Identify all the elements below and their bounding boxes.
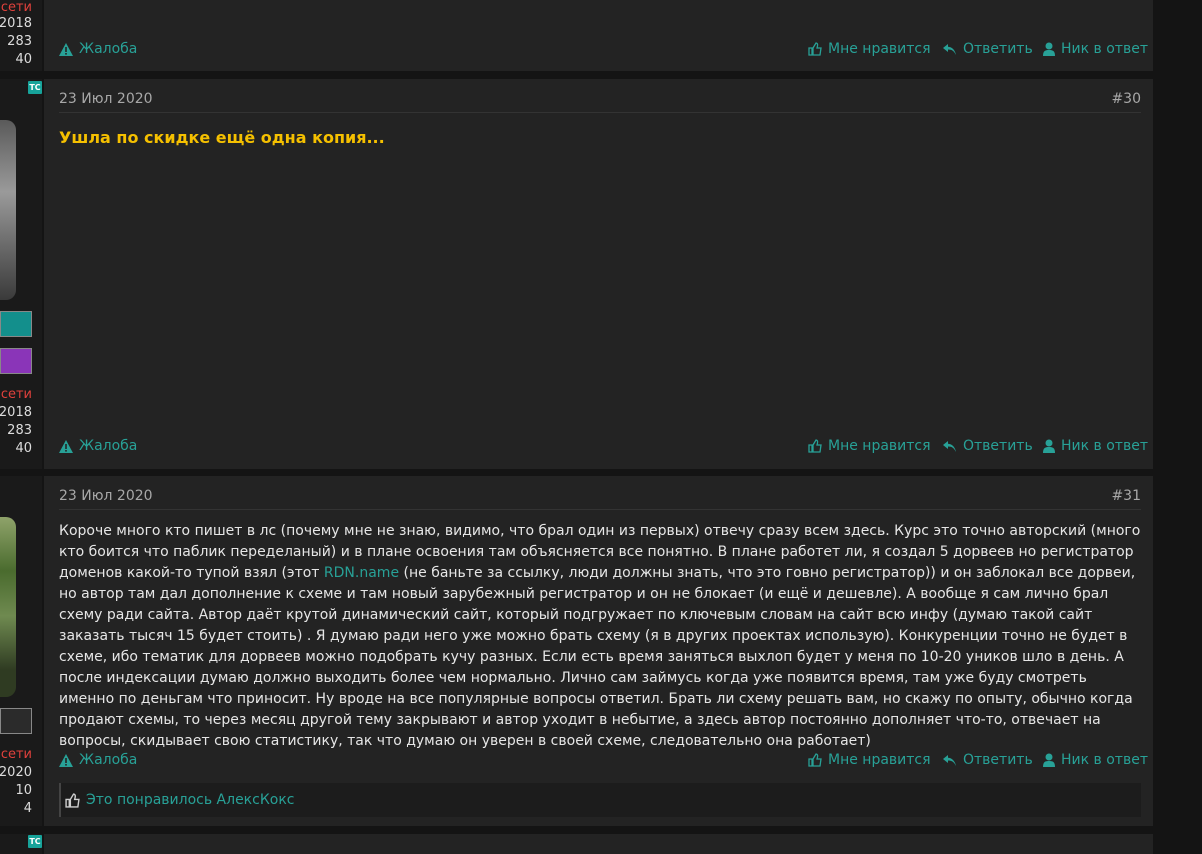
post-next: ТС xyxy=(0,834,1153,854)
post-number[interactable]: #31 xyxy=(1111,488,1141,504)
join-year: 2018 xyxy=(0,16,32,31)
post-body xyxy=(44,834,1153,854)
quote-nick-button[interactable]: Ник в ответ xyxy=(1043,752,1148,768)
post-date[interactable]: 23 Июл 2020 xyxy=(59,488,153,504)
reply-icon xyxy=(943,754,956,766)
post-previous: в сети 2018 283 40 Жалоба Мне нравится О… xyxy=(0,0,1153,71)
post-31: в сети 2020 10 4 23 Июл 2020 #31 Короче … xyxy=(0,476,1153,826)
user-icon xyxy=(1043,42,1055,56)
online-status: в сети xyxy=(0,747,32,762)
warning-icon xyxy=(59,753,73,767)
user-banner-purple xyxy=(0,348,32,374)
report-button[interactable]: Жалоба xyxy=(59,41,137,57)
message-count: 283 xyxy=(7,423,32,438)
message-count: 10 xyxy=(15,783,32,798)
quote-nick-button[interactable]: Ник в ответ xyxy=(1043,41,1148,57)
reply-button[interactable]: Ответить xyxy=(942,438,1033,454)
reply-label: Ответить xyxy=(963,752,1033,768)
join-year: 2020 xyxy=(0,765,32,780)
reply-button[interactable]: Ответить xyxy=(942,752,1033,768)
post-actions: Жалоба Мне нравится Ответить Ник в ответ xyxy=(59,41,1148,61)
post-actions: Жалоба Мне нравится Ответить Ник в ответ xyxy=(59,438,1148,458)
warning-icon xyxy=(59,439,73,453)
message-count: 283 xyxy=(7,34,32,49)
user-banner-teal xyxy=(0,311,32,337)
avatar[interactable] xyxy=(0,120,16,300)
author-sidebar: в сети 2020 10 4 xyxy=(0,476,42,826)
post-30: ТС в сети 2018 283 40 23 Июл 2020 #30 Уш… xyxy=(0,79,1153,469)
thumbs-up-icon xyxy=(808,42,822,56)
liked-by-link[interactable]: Это понравилось АлексКокс xyxy=(86,792,295,808)
reply-button[interactable]: Ответить xyxy=(942,41,1033,57)
reply-icon xyxy=(943,43,956,55)
reply-label: Ответить xyxy=(963,438,1033,454)
reply-icon xyxy=(943,440,956,452)
post-message: Ушла по скидке ещё одна копия... xyxy=(59,128,385,147)
like-label: Мне нравится xyxy=(828,438,931,454)
nick-label: Ник в ответ xyxy=(1061,41,1148,57)
report-label: Жалоба xyxy=(79,41,138,57)
nick-label: Ник в ответ xyxy=(1061,438,1148,454)
author-sidebar: ТС в сети 2018 283 40 xyxy=(0,79,42,469)
post-number[interactable]: #30 xyxy=(1111,91,1141,107)
avatar[interactable] xyxy=(0,517,16,697)
thumbs-up-icon xyxy=(808,439,822,453)
quote-nick-button[interactable]: Ник в ответ xyxy=(1043,438,1148,454)
online-status: в сети xyxy=(0,387,32,402)
reply-label: Ответить xyxy=(963,41,1033,57)
nick-label: Ник в ответ xyxy=(1061,752,1148,768)
join-year: 2018 xyxy=(0,405,32,420)
like-button[interactable]: Мне нравится xyxy=(808,41,931,57)
divider xyxy=(59,112,1141,113)
like-button[interactable]: Мне нравится xyxy=(808,752,931,768)
post-body: 23 Июл 2020 #30 Ушла по скидке ещё одна … xyxy=(44,79,1153,469)
report-button[interactable]: Жалоба xyxy=(59,752,137,768)
author-sidebar: ТС xyxy=(0,834,42,854)
report-button[interactable]: Жалоба xyxy=(59,438,137,454)
divider xyxy=(59,509,1141,510)
report-label: Жалоба xyxy=(79,438,138,454)
user-icon xyxy=(1043,753,1055,767)
report-label: Жалоба xyxy=(79,752,138,768)
warning-icon xyxy=(59,42,73,56)
topic-starter-badge: ТС xyxy=(28,81,42,94)
message-text: (не баньте за ссылку, люди должны знать,… xyxy=(59,565,1136,749)
like-label: Мне нравится xyxy=(828,41,931,57)
reaction-count: 4 xyxy=(23,801,32,816)
like-button[interactable]: Мне нравится xyxy=(808,438,931,454)
thumbs-up-icon xyxy=(808,753,822,767)
post-actions: Жалоба Мне нравится Ответить Ник в ответ xyxy=(59,752,1148,772)
rdn-link[interactable]: RDN.name xyxy=(324,565,399,581)
likes-summary: Это понравилось АлексКокс xyxy=(59,783,1141,817)
author-sidebar: в сети 2018 283 40 xyxy=(0,0,42,71)
post-body: Жалоба Мне нравится Ответить Ник в ответ xyxy=(44,0,1153,71)
post-date[interactable]: 23 Июл 2020 xyxy=(59,91,153,107)
post-body: 23 Июл 2020 #31 Короче много кто пишет в… xyxy=(44,476,1153,826)
user-banner-dark xyxy=(0,708,32,734)
thumbs-up-icon xyxy=(65,792,80,808)
post-message: Короче много кто пишет в лс (почему мне … xyxy=(59,521,1141,752)
user-icon xyxy=(1043,439,1055,453)
reaction-count: 40 xyxy=(15,52,32,67)
like-label: Мне нравится xyxy=(828,752,931,768)
reaction-count: 40 xyxy=(15,441,32,456)
